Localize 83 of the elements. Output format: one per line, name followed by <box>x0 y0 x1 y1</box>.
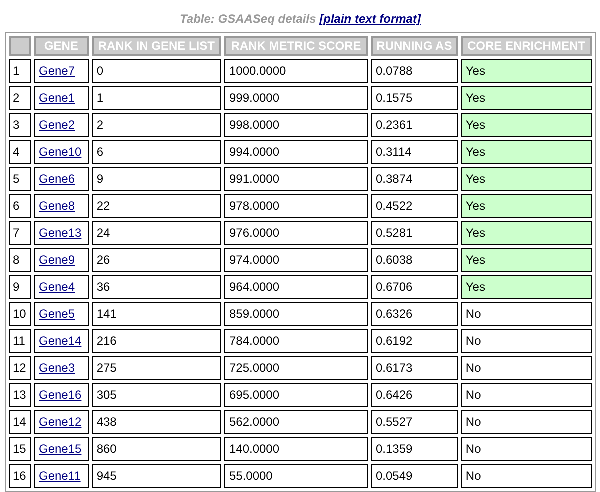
table-cell: 0.3874 <box>371 167 458 191</box>
table-cell: 0.5281 <box>371 221 458 245</box>
table-cell: 0.3114 <box>371 140 458 164</box>
row-number: 6 <box>9 194 31 218</box>
table-cell: No <box>460 437 592 461</box>
table-cell: 974.0000 <box>224 248 368 272</box>
table-cell: 0.6192 <box>371 329 458 353</box>
table-cell: 24 <box>92 221 222 245</box>
table-cell: 216 <box>92 329 222 353</box>
table-cell: 140.0000 <box>224 437 368 461</box>
table-cell: 55.0000 <box>224 464 368 488</box>
row-number: 11 <box>9 329 31 353</box>
row-number: 2 <box>9 86 31 110</box>
table-cell: 978.0000 <box>224 194 368 218</box>
table-cell: 438 <box>92 410 222 434</box>
table-cell: Yes <box>460 248 592 272</box>
row-number: 8 <box>9 248 31 272</box>
row-number: 3 <box>9 113 31 137</box>
table-cell: 999.0000 <box>224 86 368 110</box>
table-cell: 0.1575 <box>371 86 458 110</box>
row-number: 10 <box>9 302 31 326</box>
table-cell: Yes <box>460 140 592 164</box>
table-cell: 991.0000 <box>224 167 368 191</box>
table-cell: 1 <box>92 86 222 110</box>
row-number: 5 <box>9 167 31 191</box>
table-cell: 26 <box>92 248 222 272</box>
row-number: 7 <box>9 221 31 245</box>
table-cell: Yes <box>460 167 592 191</box>
table-cell: 0.6426 <box>371 383 458 407</box>
row-number: 15 <box>9 437 31 461</box>
table-cell: Yes <box>460 113 592 137</box>
table-cell: Yes <box>460 221 592 245</box>
table-cell: 994.0000 <box>224 140 368 164</box>
table-cell: 860 <box>92 437 222 461</box>
table-cell: 275 <box>92 356 222 380</box>
table-cell: No <box>460 302 592 326</box>
row-number: 16 <box>9 464 31 488</box>
table-cell: 784.0000 <box>224 329 368 353</box>
table-cell: No <box>460 356 592 380</box>
table-cell: 0.6038 <box>371 248 458 272</box>
table-cell: 9 <box>92 167 222 191</box>
table-cell: 36 <box>92 275 222 299</box>
table-cell: 725.0000 <box>224 356 368 380</box>
row-number: 4 <box>9 140 31 164</box>
table-cell: 945 <box>92 464 222 488</box>
table-caption: Table: GSAASeq details <box>180 12 316 26</box>
table-cell: 6 <box>92 140 222 164</box>
table-cell: 0.6326 <box>371 302 458 326</box>
table-cell: No <box>460 410 592 434</box>
table-cell: 0 <box>92 59 222 83</box>
table-cell: 859.0000 <box>224 302 368 326</box>
table-cell: 1000.0000 <box>224 59 368 83</box>
row-number: 12 <box>9 356 31 380</box>
table-cell: 22 <box>92 194 222 218</box>
table-cell: 0.0788 <box>371 59 458 83</box>
table-cell: Yes <box>460 59 592 83</box>
table-cell: 0.4522 <box>371 194 458 218</box>
row-number: 13 <box>9 383 31 407</box>
table-cell: No <box>460 383 592 407</box>
table-cell: Yes <box>460 275 592 299</box>
table-cell: 0.5527 <box>371 410 458 434</box>
column-header <box>9 36 31 56</box>
table-cell: 0.0549 <box>371 464 458 488</box>
table-cell: 998.0000 <box>224 113 368 137</box>
table-cell: 562.0000 <box>224 410 368 434</box>
table-cell: 0.1359 <box>371 437 458 461</box>
row-number: 14 <box>9 410 31 434</box>
row-number: 9 <box>9 275 31 299</box>
plain-text-link[interactable]: [plain text format] <box>320 12 421 26</box>
table-cell: Yes <box>460 194 592 218</box>
table-cell: 0.6706 <box>371 275 458 299</box>
table-cell: 305 <box>92 383 222 407</box>
table-cell: No <box>460 464 592 488</box>
table-cell: No <box>460 329 592 353</box>
table-cell: 0.2361 <box>371 113 458 137</box>
table-cell: 2 <box>92 113 222 137</box>
table-cell: 964.0000 <box>224 275 368 299</box>
table-cell: Yes <box>460 86 592 110</box>
row-number: 1 <box>9 59 31 83</box>
table-cell: 0.6173 <box>371 356 458 380</box>
table-cell: 141 <box>92 302 222 326</box>
table-cell: 976.0000 <box>224 221 368 245</box>
table-cell: 695.0000 <box>224 383 368 407</box>
